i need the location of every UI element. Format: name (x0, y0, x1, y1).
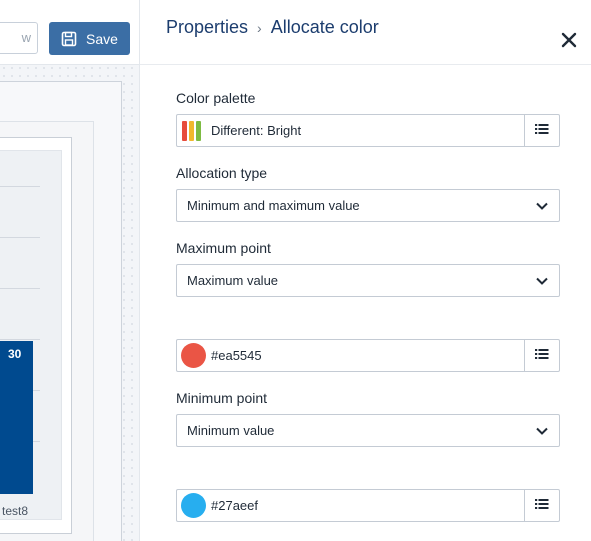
chart-category-label: test8 (2, 504, 29, 518)
color-palette-field[interactable]: Different: Bright (176, 114, 560, 147)
chart-bar-value-label: 30 (8, 347, 22, 361)
breadcrumb-parent-link[interactable]: Properties (166, 17, 248, 38)
palette-swatch-bar (189, 121, 194, 141)
maximum-color-swatch[interactable] (181, 343, 206, 368)
list-icon (535, 497, 549, 515)
minimum-point-label: Minimum point (176, 390, 268, 406)
color-palette-label: Color palette (176, 90, 256, 106)
floppy-disk-icon (61, 31, 77, 47)
chart-gridline (0, 288, 40, 289)
preview-button[interactable]: w (0, 22, 38, 54)
list-icon (535, 347, 549, 365)
list-icon (535, 122, 549, 140)
chart-bar (0, 341, 33, 494)
minimum-point-value: Minimum value (187, 423, 275, 438)
save-button-label: Save (86, 30, 118, 47)
breadcrumb: Properties › Allocate color (166, 17, 379, 38)
minimum-point-select[interactable]: Minimum value (176, 414, 560, 447)
palette-swatch-bar (182, 121, 187, 141)
maximum-point-select[interactable]: Maximum value (176, 264, 560, 297)
palette-swatch-bar (196, 121, 201, 141)
color-palette-list-button[interactable] (524, 115, 559, 146)
close-icon (561, 32, 577, 53)
editor-toolbar: w Save (0, 0, 139, 65)
maximum-color-list-button[interactable] (524, 340, 559, 371)
properties-panel: Properties › Allocate color Color palett… (139, 0, 591, 541)
save-button[interactable]: Save (49, 22, 130, 55)
chart-gridline (0, 186, 40, 187)
maximum-color-value: #ea5545 (211, 348, 262, 363)
palette-swatch-icon (182, 121, 201, 141)
close-button[interactable] (558, 31, 580, 53)
chevron-down-icon (535, 199, 549, 213)
minimum-color-swatch[interactable] (181, 493, 206, 518)
breadcrumb-current: Allocate color (270, 17, 379, 37)
chart-gridline (0, 237, 40, 238)
maximum-point-label: Maximum point (176, 240, 271, 256)
color-palette-value: Different: Bright (211, 123, 302, 138)
breadcrumb-separator-icon: › (257, 19, 262, 36)
allocation-type-label: Allocation type (176, 165, 268, 181)
maximum-color-field[interactable]: #ea5545 (176, 339, 560, 372)
chevron-down-icon (535, 274, 549, 288)
chart-gridline (0, 339, 40, 340)
editor-canvas: w Save 30 test8 (0, 0, 139, 541)
chevron-down-icon (535, 424, 549, 438)
maximum-point-value: Maximum value (187, 273, 279, 288)
minimum-color-list-button[interactable] (524, 490, 559, 521)
minimum-color-field[interactable]: #27aeef (176, 489, 560, 522)
allocation-type-select[interactable]: Minimum and maximum value (176, 189, 560, 222)
allocation-type-value: Minimum and maximum value (187, 198, 360, 213)
preview-button-label: w (21, 30, 31, 45)
panel-divider (140, 64, 591, 65)
minimum-color-value: #27aeef (211, 498, 258, 513)
